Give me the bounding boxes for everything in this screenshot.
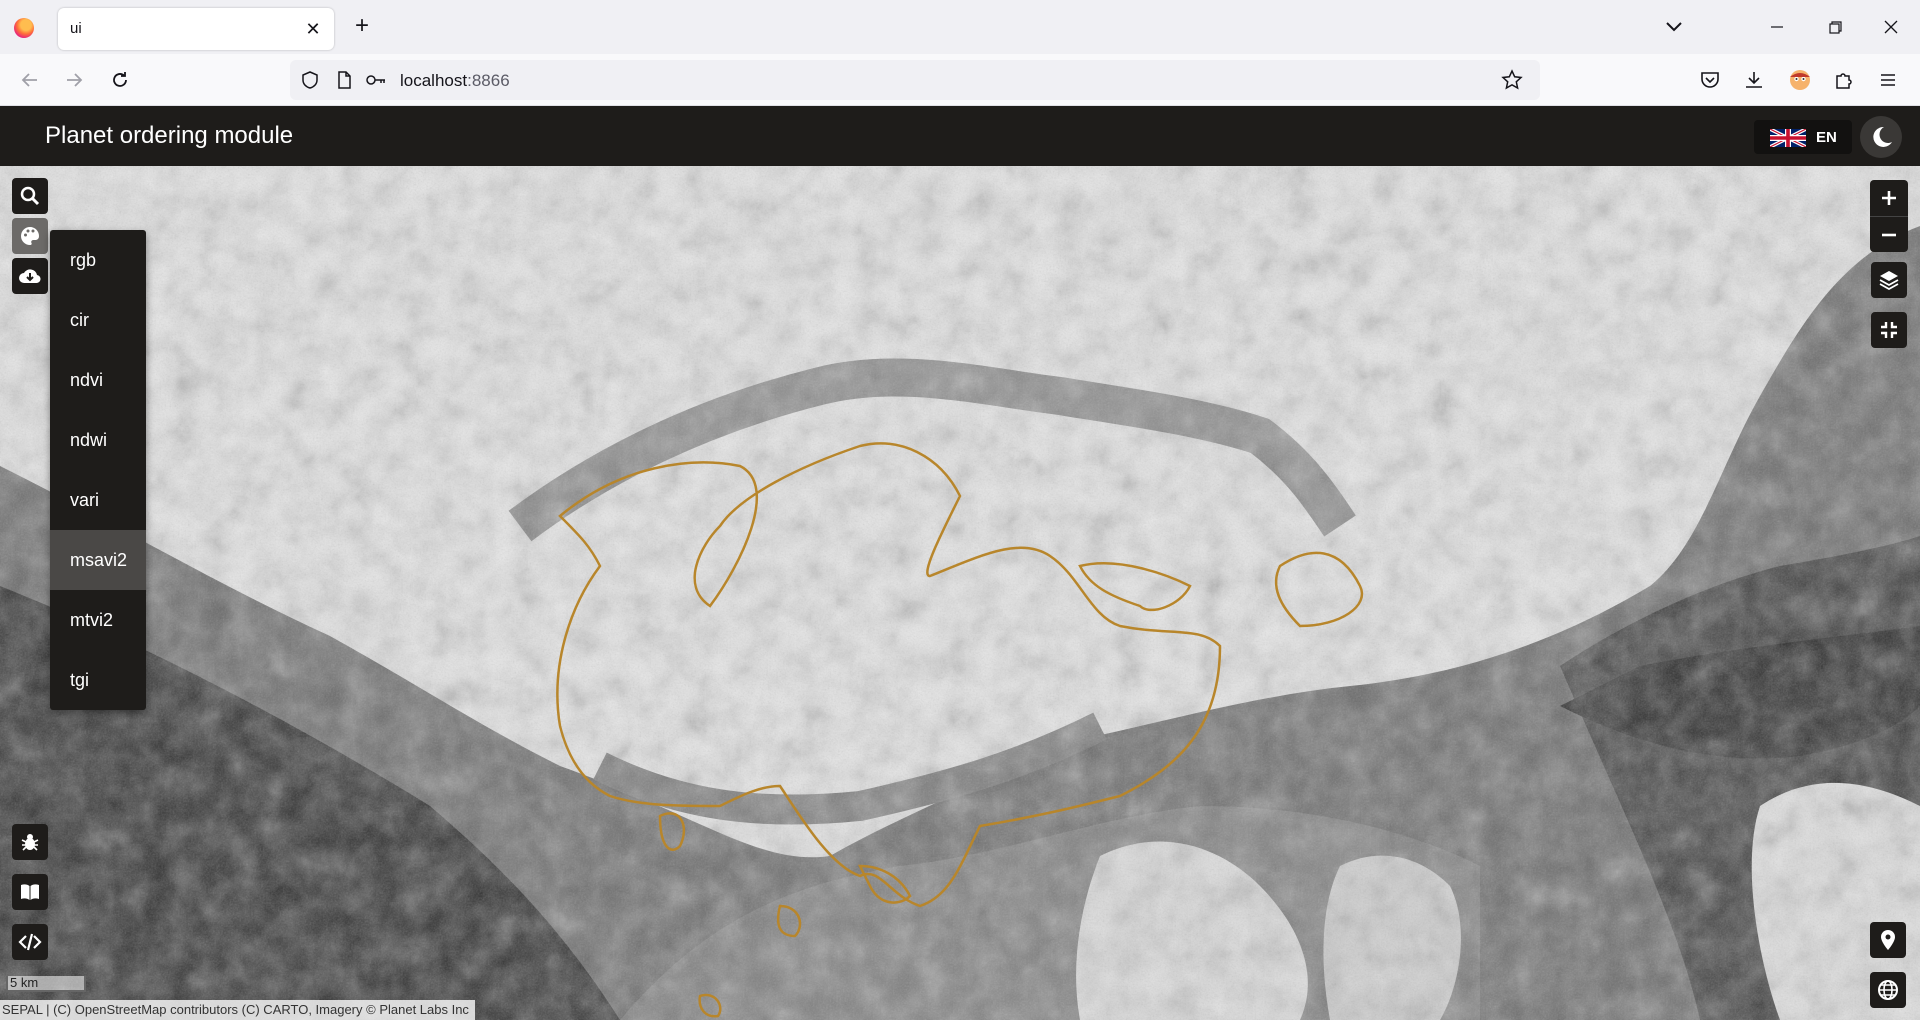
search-icon [20,186,40,206]
search-button[interactable] [12,178,48,214]
menu-item-cir[interactable]: cir [50,290,146,350]
account-avatar-icon[interactable] [1786,66,1814,94]
extensions-puzzle-icon[interactable] [1830,66,1858,94]
palette-icon [21,227,40,245]
browser-nav-bar: localhost:8866 [0,54,1920,106]
menu-item-mtvi2[interactable]: mtvi2 [50,590,146,650]
zoom-in-button[interactable] [1870,180,1908,216]
url-port: :8866 [467,71,510,90]
pocket-icon[interactable] [1696,66,1724,94]
page-info-icon[interactable] [330,66,358,94]
bookmark-star-icon[interactable] [1498,66,1526,94]
back-arrow-icon[interactable] [16,66,44,94]
url-bar[interactable]: localhost:8866 [290,60,1540,100]
globe-icon [1878,980,1898,1000]
book-icon [21,884,39,900]
scale-bar: 5 km [6,976,86,992]
cloud-download-icon [19,269,41,284]
theme-toggle-button[interactable] [1860,116,1902,158]
zoom-out-button[interactable] [1870,216,1908,252]
zoom-out-icon [1882,233,1896,236]
map-attribution: SEPAL | (C) OpenStreetMap contributors (… [0,1000,475,1020]
reload-icon[interactable] [106,66,134,94]
close-window-icon[interactable] [1878,14,1904,40]
menu-item-tgi[interactable]: tgi [50,650,146,710]
layers-icon [1879,271,1899,291]
documentation-button[interactable] [12,874,48,910]
downloads-icon[interactable] [1740,66,1768,94]
zoom-in-icon [1882,191,1896,205]
map-marker-icon [1881,930,1895,950]
firefox-logo-icon [14,18,34,38]
layers-button[interactable] [1871,262,1907,298]
download-button[interactable] [12,258,48,294]
app-title: Planet ordering module [45,122,294,149]
zoom-control [1870,180,1908,252]
language-selector-button[interactable]: EN [1754,120,1852,154]
menu-item-msavi2[interactable]: msavi2 [50,530,146,590]
bug-icon [21,834,39,851]
tracking-protection-shield-icon[interactable] [296,66,324,94]
browser-tab-strip: ui ✕ + [0,0,1920,54]
list-tabs-icon[interactable] [1662,14,1686,38]
moon-icon [1873,126,1892,147]
key-permissions-icon[interactable] [362,66,390,94]
close-tab-icon[interactable]: ✕ [302,18,324,40]
app-header: Planet ordering module EN [0,106,1920,166]
map-view[interactable]: rgb cir ndvi ndwi vari msavi2 mtvi2 tgi [0,166,1920,1020]
browser-tab[interactable]: ui ✕ [58,8,334,50]
visualization-menu: rgb cir ndvi ndwi vari msavi2 mtvi2 tgi [50,230,146,710]
minimize-window-icon[interactable] [1764,14,1790,40]
basemap-button[interactable] [1870,972,1906,1008]
fullscreen-button[interactable] [1871,312,1907,348]
menu-item-ndvi[interactable]: ndvi [50,350,146,410]
url-host: localhost [400,71,468,90]
new-tab-icon[interactable]: + [350,14,374,38]
satellite-imagery [0,166,1920,1020]
language-label: EN [1816,129,1837,146]
location-button[interactable] [1870,922,1906,958]
palette-button[interactable] [12,218,48,254]
hamburger-menu-icon[interactable] [1874,66,1902,94]
bug-report-button[interactable] [12,824,48,860]
menu-item-rgb[interactable]: rgb [50,230,146,290]
menu-item-ndwi[interactable]: ndwi [50,410,146,470]
source-code-button[interactable] [12,924,48,960]
tab-title: ui [70,20,82,37]
url-text: localhost:8866 [400,71,510,91]
uk-flag-icon [1770,129,1806,147]
menu-item-vari[interactable]: vari [50,470,146,530]
fullscreen-exit-icon [1881,322,1897,338]
code-icon [18,933,42,951]
restore-window-icon[interactable] [1822,14,1848,40]
forward-arrow-icon[interactable] [60,66,88,94]
